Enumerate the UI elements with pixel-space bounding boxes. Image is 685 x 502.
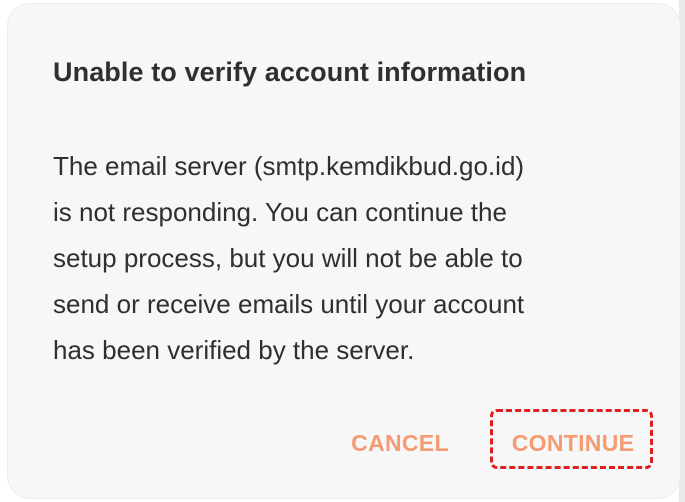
verification-dialog: Unable to verify account information The…	[8, 4, 680, 498]
dialog-message: The email server (smtp.kemdikbud.go.id) …	[53, 151, 525, 365]
dialog-actions: CANCEL CONTINUE	[8, 416, 680, 470]
continue-button[interactable]: CONTINUE	[492, 416, 654, 470]
cancel-button[interactable]: CANCEL	[348, 416, 452, 470]
dialog-title: Unable to verify account information	[53, 57, 527, 87]
